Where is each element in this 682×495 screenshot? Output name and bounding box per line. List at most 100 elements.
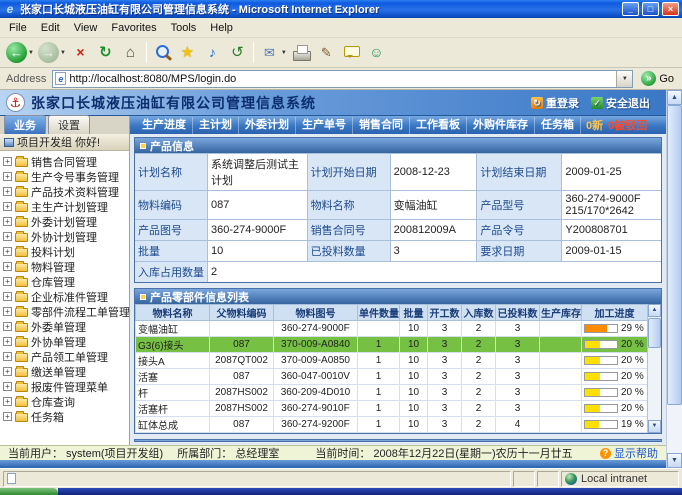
sidebar-item-15[interactable]: +报废件管理菜单 bbox=[3, 379, 129, 394]
sidebar-item-5[interactable]: +外协计划管理 bbox=[3, 229, 129, 244]
expand-icon[interactable]: + bbox=[3, 217, 12, 226]
info-value: 10 bbox=[208, 241, 307, 261]
parts-table-scrollbar[interactable]: ▲ ▼ bbox=[647, 304, 661, 433]
expand-icon[interactable]: + bbox=[3, 307, 12, 316]
table-row[interactable]: 接头A2087QT002370-009-A085011032320 % bbox=[136, 353, 648, 369]
menu-help[interactable]: Help bbox=[203, 20, 240, 36]
media-button[interactable]: ♪ bbox=[200, 42, 225, 63]
module-tab-0[interactable]: 业务 bbox=[4, 115, 46, 134]
close-button[interactable]: × bbox=[662, 2, 679, 16]
dropdown-arrow-icon[interactable]: ▼ bbox=[60, 50, 66, 56]
messenger-button[interactable]: ☺ bbox=[364, 42, 389, 63]
nav-item-5[interactable]: 工作看板 bbox=[410, 117, 467, 134]
menu-favorites[interactable]: Favorites bbox=[104, 20, 163, 36]
address-dropdown-button[interactable]: ▼ bbox=[616, 71, 632, 87]
maximize-button[interactable]: □ bbox=[642, 2, 659, 16]
sidebar-item-7[interactable]: +物料管理 bbox=[3, 259, 129, 274]
taskbar[interactable] bbox=[0, 488, 682, 495]
sidebar-item-13[interactable]: +产品领工单管理 bbox=[3, 349, 129, 364]
table-row[interactable]: 杆2087HS002360-209-4D01011032320 % bbox=[136, 385, 648, 401]
sidebar-item-12[interactable]: +外协单管理 bbox=[3, 334, 129, 349]
sidebar-item-6[interactable]: +投料计划 bbox=[3, 244, 129, 259]
address-input[interactable]: e http://localhost:8080/MPS/login.do ▼ bbox=[52, 70, 633, 88]
scroll-thumb[interactable] bbox=[667, 105, 682, 405]
expand-icon[interactable]: + bbox=[3, 337, 12, 346]
go-button[interactable]: » Go bbox=[636, 71, 679, 86]
expand-icon[interactable]: + bbox=[3, 202, 12, 211]
sidebar-item-9[interactable]: +企业标准件管理 bbox=[3, 289, 129, 304]
expand-icon[interactable]: + bbox=[3, 172, 12, 181]
sidebar-item-16[interactable]: +仓库查询 bbox=[3, 394, 129, 409]
scroll-down-icon[interactable]: ▼ bbox=[648, 420, 661, 433]
history-button[interactable]: ↺ bbox=[225, 42, 250, 63]
table-row[interactable]: 活塞杆2087HS002360-274-9010F11032320 % bbox=[136, 401, 648, 417]
expand-icon[interactable]: + bbox=[3, 397, 12, 406]
sidebar-item-1[interactable]: +生产令号事务管理 bbox=[3, 169, 129, 184]
print-button[interactable] bbox=[289, 42, 314, 63]
sidebar-item-8[interactable]: +仓库管理 bbox=[3, 274, 129, 289]
sidebar-item-2[interactable]: +产品技术资料管理 bbox=[3, 184, 129, 199]
home-button[interactable]: ⌂ bbox=[118, 42, 143, 63]
scroll-track[interactable] bbox=[648, 317, 661, 420]
minimize-button[interactable]: _ bbox=[622, 2, 639, 16]
expand-icon[interactable]: + bbox=[3, 367, 12, 376]
scroll-up-icon[interactable]: ▲ bbox=[667, 90, 682, 105]
search-button[interactable] bbox=[150, 42, 175, 63]
title-bar[interactable]: e 张家口长城液压油缸有限公司管理信息系统 - Microsoft Intern… bbox=[0, 0, 682, 18]
scroll-down-icon[interactable]: ▼ bbox=[667, 453, 682, 468]
relogin-button[interactable]: ↻ 重登录 bbox=[531, 95, 579, 111]
expand-icon[interactable]: + bbox=[3, 322, 12, 331]
table-row[interactable]: 缸体总成087360-274-9200F11032419 % bbox=[136, 417, 648, 433]
dropdown-arrow-icon[interactable]: ▼ bbox=[281, 50, 287, 56]
expand-icon[interactable]: + bbox=[3, 232, 12, 241]
sidebar-item-10[interactable]: +零部件流程工单管理 bbox=[3, 304, 129, 319]
sidebar-item-4[interactable]: +外委计划管理 bbox=[3, 214, 129, 229]
sidebar-item-3[interactable]: +主生产计划管理 bbox=[3, 199, 129, 214]
module-tab-1[interactable]: 设置 bbox=[48, 115, 90, 134]
expand-icon[interactable]: + bbox=[3, 247, 12, 256]
sidebar-item-14[interactable]: +缴送单管理 bbox=[3, 364, 129, 379]
page-scrollbar[interactable]: ▲ ▼ bbox=[666, 90, 682, 468]
scroll-thumb[interactable] bbox=[648, 318, 661, 348]
nav-item-6[interactable]: 外购件库存 bbox=[467, 117, 535, 134]
nav-item-1[interactable]: 主计划 bbox=[193, 117, 239, 134]
expand-icon[interactable]: + bbox=[3, 262, 12, 271]
sidebar-greeting: 项目开发组 你好! bbox=[17, 134, 100, 150]
expand-icon[interactable]: + bbox=[3, 382, 12, 391]
dropdown-arrow-icon[interactable]: ▼ bbox=[28, 50, 34, 56]
expand-icon[interactable]: + bbox=[3, 352, 12, 361]
menu-tools[interactable]: Tools bbox=[164, 20, 204, 36]
favorites-button[interactable]: ★ bbox=[175, 42, 200, 63]
sidebar-item-11[interactable]: +外委单管理 bbox=[3, 319, 129, 334]
help-link[interactable]: ? 显示帮助 bbox=[600, 445, 658, 460]
edit-button[interactable]: ✎ bbox=[314, 42, 339, 63]
refresh-button[interactable]: ↻ bbox=[93, 42, 118, 63]
sidebar-item-0[interactable]: +销售合同管理 bbox=[3, 154, 129, 169]
stop-button[interactable]: × bbox=[68, 42, 93, 63]
forward-button[interactable]: →▼ bbox=[36, 42, 68, 63]
table-row[interactable]: 活塞087360-047-0010V11032320 % bbox=[136, 369, 648, 385]
expand-icon[interactable]: + bbox=[3, 292, 12, 301]
expand-icon[interactable]: + bbox=[3, 412, 12, 421]
table-row[interactable]: G3(6)接头087370-009-A084011032320 % bbox=[136, 337, 648, 353]
nav-item-3[interactable]: 生产单号 bbox=[296, 117, 353, 134]
table-row[interactable]: 变幅油缸360-274-9000F1032329 % bbox=[136, 321, 648, 337]
nav-item-2[interactable]: 外委计划 bbox=[239, 117, 296, 134]
expand-icon[interactable]: + bbox=[3, 157, 12, 166]
start-button-fragment[interactable] bbox=[0, 488, 58, 495]
logout-button[interactable]: ✓ 安全退出 bbox=[591, 95, 650, 111]
nav-item-0[interactable]: 生产进度 bbox=[136, 117, 193, 134]
sidebar-item-17[interactable]: +任务箱 bbox=[3, 409, 129, 424]
discuss-button[interactable] bbox=[339, 42, 364, 63]
scroll-up-icon[interactable]: ▲ bbox=[648, 304, 661, 317]
menu-edit[interactable]: Edit bbox=[34, 20, 67, 36]
expand-icon[interactable]: + bbox=[3, 277, 12, 286]
mail-button[interactable]: ✉▼ bbox=[257, 42, 289, 63]
scroll-track[interactable] bbox=[667, 105, 682, 453]
menu-file[interactable]: File bbox=[2, 20, 34, 36]
nav-item-7[interactable]: 任务箱 bbox=[535, 117, 581, 134]
menu-view[interactable]: View bbox=[67, 20, 105, 36]
nav-item-4[interactable]: 销售合同 bbox=[353, 117, 410, 134]
back-button[interactable]: ←▼ bbox=[4, 42, 36, 63]
expand-icon[interactable]: + bbox=[3, 187, 12, 196]
